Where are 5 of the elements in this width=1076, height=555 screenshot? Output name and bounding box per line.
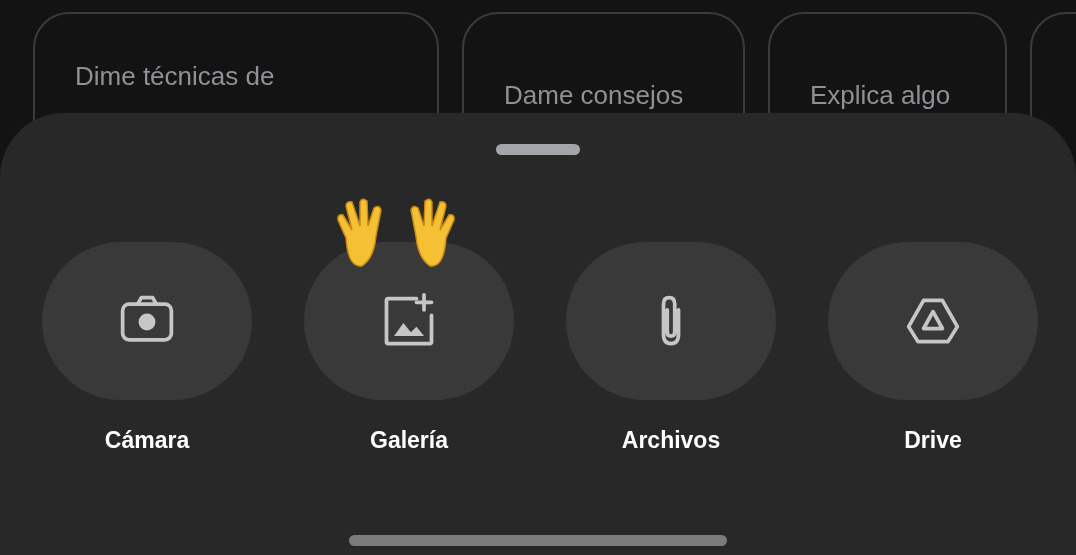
option-label: Cámara bbox=[104, 426, 190, 455]
option-label: Drive bbox=[904, 426, 962, 455]
drag-handle[interactable] bbox=[496, 144, 580, 155]
option-label: Archivos bbox=[621, 426, 721, 455]
option-label: Galería bbox=[370, 426, 448, 455]
